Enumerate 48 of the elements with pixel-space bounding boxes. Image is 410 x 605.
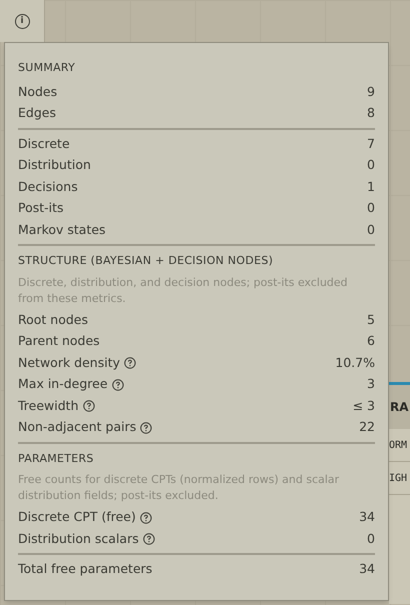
stat-value: ≤ 3 bbox=[352, 396, 375, 415]
card-row-text: ORM bbox=[389, 438, 408, 452]
stat-label: Edges bbox=[18, 104, 56, 122]
help-icon[interactable] bbox=[124, 357, 136, 370]
stat-value: 6 bbox=[367, 332, 375, 350]
stat-value: 0 bbox=[367, 220, 375, 239]
help-icon[interactable] bbox=[140, 512, 152, 524]
stat-label: Total free parameters bbox=[18, 560, 152, 578]
stat-value: 10.7% bbox=[335, 354, 375, 372]
stat-value: 34 bbox=[359, 508, 375, 526]
stat-value: 7 bbox=[367, 134, 375, 153]
stat-label: Treewidth bbox=[18, 396, 78, 415]
section-note: Free counts for discrete CPTs (normalized rows) and scalar distribution fields; post-its excluded. bbox=[18, 472, 340, 504]
stat-value: 22 bbox=[359, 418, 375, 436]
stat-label: Distribution bbox=[18, 156, 91, 174]
info-button[interactable]: i bbox=[0, 0, 45, 42]
stat-label: Discrete CPT (free) bbox=[18, 508, 136, 526]
stat-value: 3 bbox=[367, 375, 375, 394]
help-icon[interactable] bbox=[112, 378, 124, 391]
section-note: Discrete, distribution, and decision nodes; post-its excluded from these metrics. bbox=[18, 274, 349, 306]
help-icon[interactable] bbox=[82, 400, 94, 412]
stat-value: 1 bbox=[367, 178, 375, 196]
stat-label: Parent nodes bbox=[18, 332, 100, 350]
stat-label: Distribution scalars bbox=[18, 530, 139, 548]
help-icon[interactable] bbox=[142, 533, 155, 546]
stat-label: Markov states bbox=[18, 220, 106, 239]
stat-label: Decisions bbox=[18, 178, 78, 196]
section-heading: SUMMARY bbox=[18, 60, 76, 76]
stat-label: Root nodes bbox=[18, 310, 88, 329]
stat-value: 8 bbox=[367, 104, 375, 122]
stat-label: Max in-degree bbox=[18, 375, 108, 394]
stat-label: Nodes bbox=[18, 82, 58, 101]
card-title: RA bbox=[389, 399, 409, 416]
stat-value: 34 bbox=[359, 560, 375, 578]
stat-label: Network density bbox=[18, 354, 120, 372]
stat-label: Discrete bbox=[18, 134, 70, 153]
stat-label: Non-adjacent pairs bbox=[18, 418, 136, 436]
stat-value: 5 bbox=[367, 310, 375, 329]
stat-value: 9 bbox=[367, 82, 375, 101]
stat-value: 0 bbox=[367, 156, 375, 174]
stat-value: 0 bbox=[367, 199, 375, 218]
help-icon[interactable] bbox=[140, 422, 152, 434]
stat-value: 0 bbox=[367, 530, 375, 548]
section-heading: STRUCTURE (BAYESIAN + DECISION NODES) bbox=[18, 253, 274, 269]
stat-label: Post-its bbox=[18, 199, 64, 218]
info-icon: i bbox=[14, 14, 30, 28]
section-heading: PARAMETERS bbox=[18, 450, 95, 466]
card-row-text: IGH bbox=[389, 472, 408, 486]
